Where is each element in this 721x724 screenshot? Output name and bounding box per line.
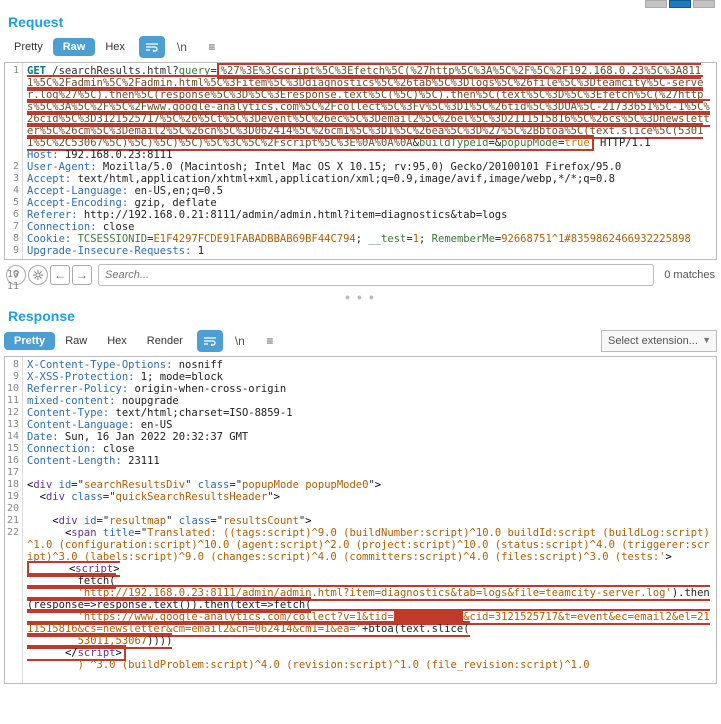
response-title: Response bbox=[0, 304, 721, 330]
request-toolbar: Pretty Raw Hex \n ≡ bbox=[0, 36, 721, 62]
response-word-wrap-toggle[interactable] bbox=[197, 330, 223, 352]
word-wrap-icon bbox=[203, 336, 217, 346]
request-title: Request bbox=[0, 10, 721, 36]
gear-icon bbox=[32, 269, 44, 281]
word-wrap-toggle[interactable] bbox=[139, 36, 165, 58]
layout-switcher bbox=[0, 0, 721, 10]
response-tab-hex[interactable]: Hex bbox=[97, 332, 137, 350]
response-code[interactable]: X-Content-Type-Options: nosniff X-XSS-Pr… bbox=[23, 357, 716, 673]
search-next-button[interactable]: → bbox=[72, 265, 92, 285]
redacted-tid: XXXXXXXXXXX bbox=[394, 611, 464, 623]
response-tab-render[interactable]: Render bbox=[137, 332, 193, 350]
response-gutter: 8 9 10 11 12 13 14 15 16 17 18 19 20 21 … bbox=[5, 357, 23, 683]
newline-toggle[interactable]: \n bbox=[169, 36, 195, 58]
resize-handle[interactable]: ● ● ● bbox=[0, 290, 721, 304]
request-tab-pretty[interactable]: Pretty bbox=[4, 38, 53, 56]
response-code-panel: 8 9 10 11 12 13 14 15 16 17 18 19 20 21 … bbox=[4, 356, 717, 684]
decoded-script-highlight: <script> fetch( 'http://192.168.0.23:811… bbox=[27, 561, 710, 661]
request-code[interactable]: GET /searchResults.html?query=%27%3E%3Cs… bbox=[23, 63, 716, 259]
search-input[interactable] bbox=[98, 264, 654, 286]
request-tab-hex[interactable]: Hex bbox=[95, 38, 135, 56]
match-count: 0 matches bbox=[664, 269, 715, 281]
response-menu-button[interactable]: ≡ bbox=[257, 330, 283, 352]
response-toolbar: Pretty Raw Hex Render \n ≡ Select extens… bbox=[0, 330, 721, 356]
search-prev-button[interactable]: ← bbox=[50, 265, 70, 285]
layout-left-button[interactable] bbox=[645, 0, 667, 8]
word-wrap-icon bbox=[145, 42, 159, 52]
response-tab-raw[interactable]: Raw bbox=[55, 332, 97, 350]
request-tab-raw[interactable]: Raw bbox=[53, 38, 96, 56]
layout-right-button[interactable] bbox=[693, 0, 715, 8]
response-newline-toggle[interactable]: \n bbox=[227, 330, 253, 352]
response-tab-pretty[interactable]: Pretty bbox=[4, 332, 55, 350]
request-search-bar: ? ← → 0 matches bbox=[0, 260, 721, 290]
layout-split-button[interactable] bbox=[669, 0, 691, 8]
settings-button[interactable] bbox=[28, 265, 48, 285]
request-menu-button[interactable]: ≡ bbox=[199, 36, 225, 58]
extension-select[interactable]: Select extension... bbox=[601, 330, 717, 352]
request-code-panel: 1 2 3 4 5 6 7 8 9 10 11 GET /searchResul… bbox=[4, 62, 717, 260]
request-gutter: 1 2 3 4 5 6 7 8 9 10 11 bbox=[5, 63, 23, 259]
